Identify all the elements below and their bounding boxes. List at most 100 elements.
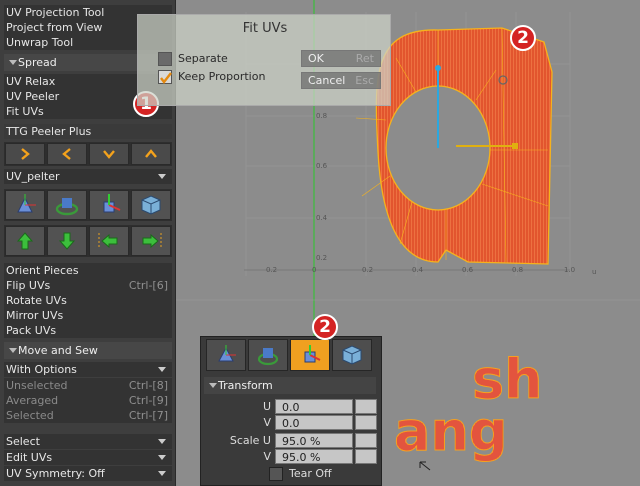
sew-options-list: Unselected Ctrl-[8] Averaged Ctrl-[9] Sele… xyxy=(4,378,172,423)
pelter-rotate-button[interactable] xyxy=(47,190,87,220)
pelter-box-button[interactable] xyxy=(131,190,171,220)
transform-section-header[interactable]: Transform xyxy=(204,377,376,394)
move-gizmo-icon xyxy=(304,345,321,363)
axis-tick-label: 0.6 xyxy=(462,266,474,274)
stitch-right-button[interactable] xyxy=(131,226,171,256)
move-gizmo-icon xyxy=(103,194,121,213)
sew-selected-item[interactable]: Selected Ctrl-[7] xyxy=(4,408,172,423)
separate-label: Separate xyxy=(178,52,228,65)
scale-u-label: Scale U xyxy=(229,434,271,447)
arrow-down-icon xyxy=(58,232,76,250)
sew-unselected-item[interactable]: Unselected Ctrl-[8] xyxy=(4,378,172,393)
transform-gizmo-icon xyxy=(218,345,236,362)
ok-label: OK xyxy=(308,52,324,65)
cube-icon xyxy=(141,195,161,215)
check-icon xyxy=(160,72,172,84)
offset-u-row: U 0.0 xyxy=(205,399,377,414)
tear-off-checkbox[interactable] xyxy=(269,467,283,481)
axis-tick-label: 1.0 xyxy=(564,266,575,274)
uv-text-ang: ang xyxy=(394,400,508,463)
sew-averaged-item[interactable]: Averaged Ctrl-[9] xyxy=(4,393,172,408)
arrow-down-button[interactable] xyxy=(89,143,129,165)
pack-uvs-item[interactable]: Pack UVs xyxy=(4,323,172,338)
axis-tick-label: 0.4 xyxy=(316,214,328,222)
scale-v-slider-handle[interactable] xyxy=(355,449,377,464)
sew-unselected-shortcut: Ctrl-[8] xyxy=(128,379,168,392)
arrow-left-button[interactable] xyxy=(47,143,87,165)
stitch-left-button[interactable] xyxy=(89,226,129,256)
move-cursor-icon xyxy=(419,461,431,471)
arrow-right-button[interactable] xyxy=(5,143,45,165)
edit-uvs-dropdown[interactable]: Edit UVs xyxy=(4,450,172,465)
axis-tick-label: 0.2 xyxy=(316,254,327,262)
panel-transform-tab[interactable] xyxy=(206,339,246,371)
cube-icon xyxy=(342,345,362,365)
sew-averaged-label: Averaged xyxy=(6,394,59,407)
sew-selected-label: Selected xyxy=(6,409,54,422)
keep-proportion-checkbox[interactable] xyxy=(158,70,172,84)
mirror-uvs-label: Mirror UVs xyxy=(6,309,64,322)
step-marker-2-viewport: 2 xyxy=(510,25,536,51)
transform-panel: Transform U 0.0 V 0.0 Scale U 95.0 % V 9… xyxy=(200,336,382,486)
offset-v-field[interactable]: 0.0 xyxy=(275,415,353,430)
axis-tick-label: 0.8 xyxy=(316,112,327,120)
cancel-label: Cancel xyxy=(308,74,346,87)
arrow-left-icon xyxy=(98,233,118,249)
pelter-tool-row xyxy=(4,189,172,221)
pelter-transform-button[interactable] xyxy=(5,190,45,220)
uv-pieces-list: Orient Pieces Flip UVs Ctrl-[6] Rotate UV… xyxy=(4,263,172,338)
scale-u-slider-handle[interactable] xyxy=(355,433,377,448)
select-dropdown[interactable]: Select xyxy=(4,434,172,449)
chevron-left-icon xyxy=(62,148,71,160)
orient-pieces-label: Orient Pieces xyxy=(6,264,79,277)
tear-off-label: Tear Off xyxy=(289,467,332,480)
arrow-up-icon xyxy=(16,232,34,250)
rotate-uvs-item[interactable]: Rotate UVs xyxy=(4,293,172,308)
mirror-uvs-item[interactable]: Mirror UVs xyxy=(4,308,172,323)
cancel-button[interactable]: Cancel Esc xyxy=(301,72,381,89)
pack-uvs-label: Pack UVs xyxy=(6,324,57,337)
flip-uvs-item[interactable]: Flip UVs Ctrl-[6] xyxy=(4,278,172,293)
panel-move-tab[interactable] xyxy=(290,339,330,371)
scale-u-field[interactable]: 95.0 % xyxy=(275,433,353,448)
move-and-sew-section-header[interactable]: Move and Sew xyxy=(4,342,172,359)
sew-selected-shortcut: Ctrl-[7] xyxy=(128,409,168,422)
uv-pelter-dropdown[interactable]: UV_pelter xyxy=(4,169,172,184)
stitch-up-button[interactable] xyxy=(5,226,45,256)
panel-box-tab[interactable] xyxy=(332,339,372,371)
scale-u-row: Scale U 95.0 % xyxy=(205,433,377,448)
fit-uvs-dialog: Fit UVs Separate Keep Proportion OK Ret C… xyxy=(137,14,391,106)
keep-proportion-label: Keep Proportion xyxy=(178,70,266,83)
offset-u-label: U xyxy=(262,400,271,413)
cancel-shortcut: Esc xyxy=(355,74,374,87)
rotate-gizmo-icon xyxy=(257,348,279,366)
transform-gizmo-icon xyxy=(17,194,36,213)
arrow-up-button[interactable] xyxy=(131,143,171,165)
offset-u-field[interactable]: 0.0 xyxy=(275,399,353,414)
uv-symmetry-dropdown[interactable]: UV Symmetry: Off xyxy=(4,466,172,481)
orient-pieces-item[interactable]: Orient Pieces xyxy=(4,263,172,278)
chevron-up-icon xyxy=(145,149,157,158)
sew-unselected-label: Unselected xyxy=(6,379,68,392)
ok-shortcut: Ret xyxy=(355,52,374,65)
with-options-dropdown[interactable]: With Options xyxy=(4,362,172,377)
arrow-button-row xyxy=(4,142,172,166)
axis-tick-label: 0.2 xyxy=(362,266,373,274)
ttg-section: TTG Peeler Plus xyxy=(4,124,172,139)
stitch-down-button[interactable] xyxy=(47,226,87,256)
pelter-move-button[interactable] xyxy=(89,190,129,220)
offset-v-slider-handle[interactable] xyxy=(355,415,377,430)
scale-v-row: V 95.0 % xyxy=(205,449,377,464)
flip-uvs-label: Flip UVs xyxy=(6,279,51,292)
axis-tick-label: 0.4 xyxy=(412,266,424,274)
separate-checkbox[interactable] xyxy=(158,52,172,66)
offset-u-slider-handle[interactable] xyxy=(355,399,377,414)
panel-rotate-tab[interactable] xyxy=(248,339,288,371)
scale-v-field[interactable]: 95.0 % xyxy=(275,449,353,464)
ok-button[interactable]: OK Ret xyxy=(301,50,381,67)
pelter-arrow-row xyxy=(4,225,172,257)
axis-tick-label: 0 xyxy=(312,266,316,274)
ttg-peeler-plus-item[interactable]: TTG Peeler Plus xyxy=(4,124,172,139)
sew-averaged-shortcut: Ctrl-[9] xyxy=(128,394,168,407)
axis-tick-label: 0.8 xyxy=(512,266,523,274)
